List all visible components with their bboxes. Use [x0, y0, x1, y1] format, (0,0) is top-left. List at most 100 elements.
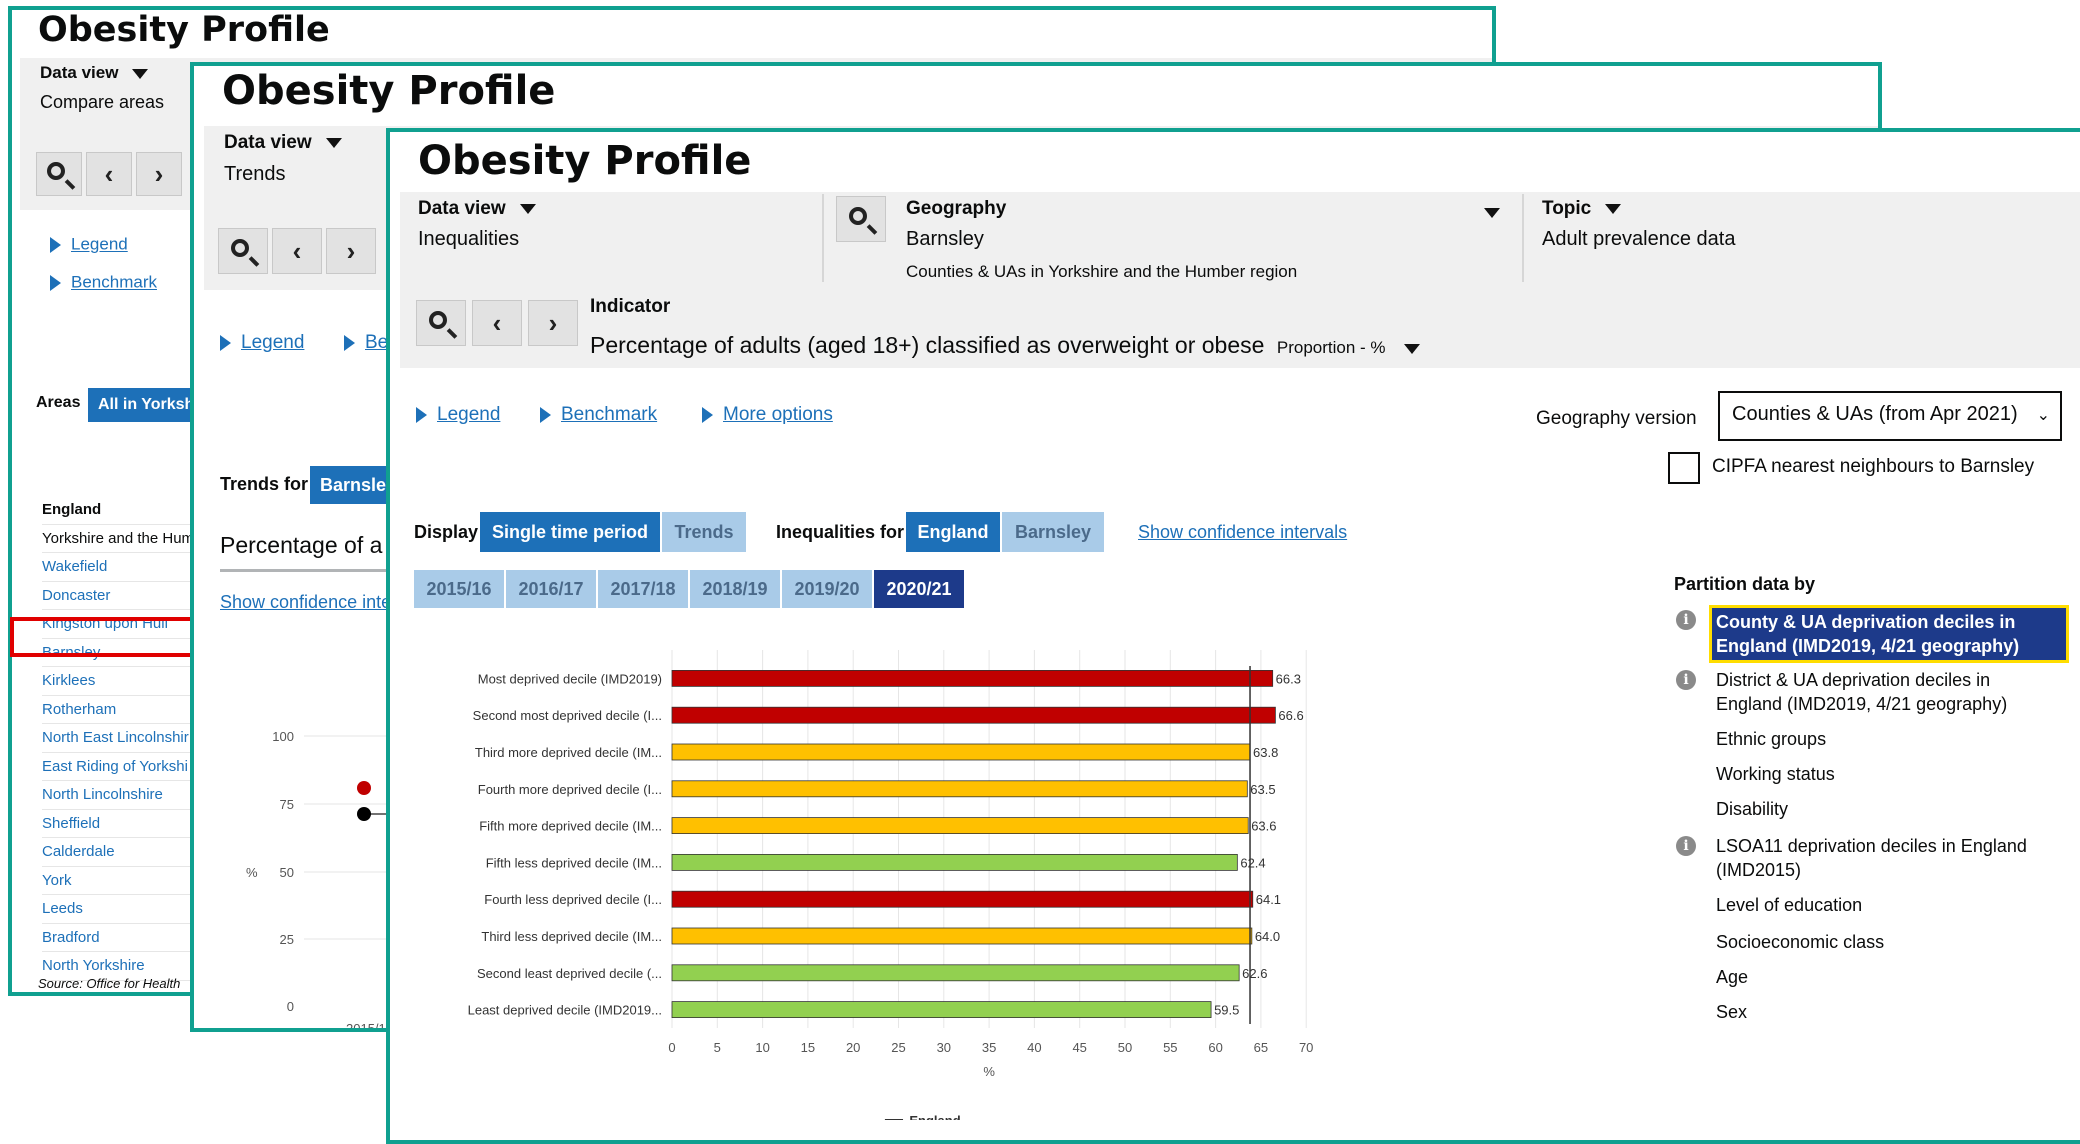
x-tick-label: 15 [801, 1040, 815, 1055]
search-button[interactable] [36, 152, 82, 196]
year-tab[interactable]: 2019/20 [782, 570, 872, 608]
app-title: Obesity Profile [38, 10, 330, 50]
data-view-dropdown[interactable]: Data view [224, 132, 342, 154]
data-view-label: Data view [224, 132, 312, 153]
geography-search-button[interactable] [836, 196, 886, 242]
partition-option[interactable]: County & UA deprivation deciles in Engla… [1709, 605, 2069, 663]
partition-option[interactable]: Disability [1716, 797, 2056, 821]
y-tick-label: 0 [287, 999, 294, 1014]
previous-indicator-button[interactable]: ‹ [472, 300, 522, 346]
bar-value-label: 66.3 [1276, 671, 1301, 686]
show-confidence-link[interactable]: Show confidence inte [220, 592, 391, 613]
partition-option[interactable]: LSOA11 deprivation deciles in England (I… [1716, 834, 2056, 882]
indicator-dropdown[interactable]: Percentage of adults (aged 18+) classifi… [590, 332, 1421, 359]
partition-option[interactable]: Socioeconomic class [1716, 930, 2056, 954]
partition-option[interactable]: Age [1716, 965, 2056, 989]
previous-button[interactable]: ‹ [272, 228, 322, 274]
indicator-value: Percentage of adults (aged 18+) classifi… [590, 332, 1265, 358]
bar-value-label: 62.4 [1240, 855, 1265, 870]
trend-chart: 100 75 50 25 0 % 2015/1 [246, 729, 404, 1032]
partition-option[interactable]: Ethnic groups [1716, 727, 2056, 751]
benchmark-link[interactable]: Be [344, 332, 388, 354]
next-button[interactable]: › [136, 152, 182, 196]
geography-dropdown-icon[interactable] [1484, 204, 1500, 222]
info-icon[interactable]: i [1676, 670, 1696, 690]
data-view-value: Trends [224, 163, 286, 185]
chevron-down-icon [1605, 203, 1622, 214]
partition-option[interactable]: Sex [1716, 1000, 2056, 1024]
chevron-down-icon [132, 68, 149, 79]
triangle-right-icon [50, 236, 61, 253]
data-view-label: Data view [40, 63, 119, 82]
indicator-label: Indicator [590, 296, 671, 317]
x-tick-label: 30 [937, 1040, 951, 1055]
year-tab[interactable]: 2015/16 [414, 570, 504, 608]
year-tab[interactable]: 2017/18 [598, 570, 688, 608]
search-icon [429, 311, 447, 329]
partition-option[interactable]: Level of education [1716, 893, 2056, 917]
x-tick-label: 55 [1163, 1040, 1177, 1055]
geography-label[interactable]: Geography [906, 198, 1006, 220]
cipfa-checkbox[interactable] [1668, 452, 1700, 484]
triangle-right-icon [344, 335, 355, 351]
trends-for-label: Trends for [220, 474, 309, 494]
bar-category-label: Second least deprived decile (... [477, 966, 662, 981]
bar-value-label: 63.8 [1253, 745, 1278, 760]
triangle-right-icon [416, 407, 427, 423]
previous-button[interactable]: ‹ [86, 152, 132, 196]
info-icon[interactable]: i [1676, 610, 1696, 630]
more-options-link[interactable]: More options [702, 404, 833, 426]
bar-category-label: Least deprived decile (IMD2019... [468, 1003, 662, 1018]
app-title: Obesity Profile [222, 68, 556, 114]
chevron-down-icon [1484, 207, 1500, 218]
show-confidence-intervals-link[interactable]: Show confidence intervals [1138, 522, 1347, 543]
chevron-right-icon: › [346, 236, 356, 266]
partition-option[interactable]: Working status [1716, 762, 2056, 786]
info-icon[interactable]: i [1676, 836, 1696, 856]
barnsley-highlight-box [10, 617, 200, 657]
topic-dropdown[interactable]: Topic [1542, 198, 1622, 220]
bar-value-label: 59.5 [1214, 1003, 1239, 1018]
search-icon [47, 162, 65, 180]
geography-version-label: Geography version [1536, 408, 1697, 429]
bar [671, 743, 1251, 761]
legend-link[interactable]: Legend [220, 332, 304, 354]
data-view-dropdown[interactable]: Data view [418, 198, 536, 220]
chevron-right-icon: › [154, 159, 164, 189]
x-tick-label: 0 [668, 1040, 675, 1055]
x-tick-label: 45 [1072, 1040, 1086, 1055]
search-icon [849, 207, 867, 225]
bar-category-label: Third less deprived decile (IM... [481, 929, 662, 944]
barnsley-tab[interactable]: Barnsley [1002, 512, 1104, 552]
chevron-down-icon [1404, 343, 1421, 354]
partition-option[interactable]: District & UA deprivation deciles in Eng… [1716, 668, 2056, 716]
x-tick-label: 35 [982, 1040, 996, 1055]
cipfa-label: CIPFA nearest neighbours to Barnsley [1712, 456, 2035, 477]
benchmark-link[interactable]: Benchmark [50, 272, 157, 293]
x-tick-label: 2015/1 [346, 1021, 386, 1032]
next-button[interactable]: › [326, 228, 376, 274]
year-tab[interactable]: 2016/17 [506, 570, 596, 608]
indicator-title: Percentage of a [220, 532, 383, 558]
legend-link[interactable]: Legend [416, 404, 500, 426]
geography-version-value: Counties & UAs (from Apr 2021) [1732, 403, 2018, 425]
search-button[interactable] [218, 228, 268, 274]
single-time-period-tab[interactable]: Single time period [480, 512, 660, 552]
next-indicator-button[interactable]: › [528, 300, 578, 346]
legend-link[interactable]: Legend [50, 234, 128, 255]
geography-version-select[interactable]: Counties & UAs (from Apr 2021) ⌄ [1718, 391, 2062, 441]
year-tab[interactable]: 2018/19 [690, 570, 780, 608]
england-tab[interactable]: England [906, 512, 1000, 552]
trends-tab[interactable]: Trends [662, 512, 746, 552]
bar-value-label: 66.6 [1278, 708, 1303, 723]
barnsley-point [357, 781, 371, 795]
indicator-search-button[interactable] [416, 300, 466, 346]
data-view-dropdown[interactable]: Data view [40, 63, 149, 83]
x-tick-label: 25 [891, 1040, 905, 1055]
year-tab[interactable]: 2020/21 [874, 570, 964, 608]
chevron-right-icon: › [548, 308, 558, 338]
england-point [357, 807, 371, 821]
bar-value-label: 62.6 [1242, 966, 1267, 981]
chevron-down-icon [519, 203, 536, 214]
benchmark-link[interactable]: Benchmark [540, 404, 657, 426]
